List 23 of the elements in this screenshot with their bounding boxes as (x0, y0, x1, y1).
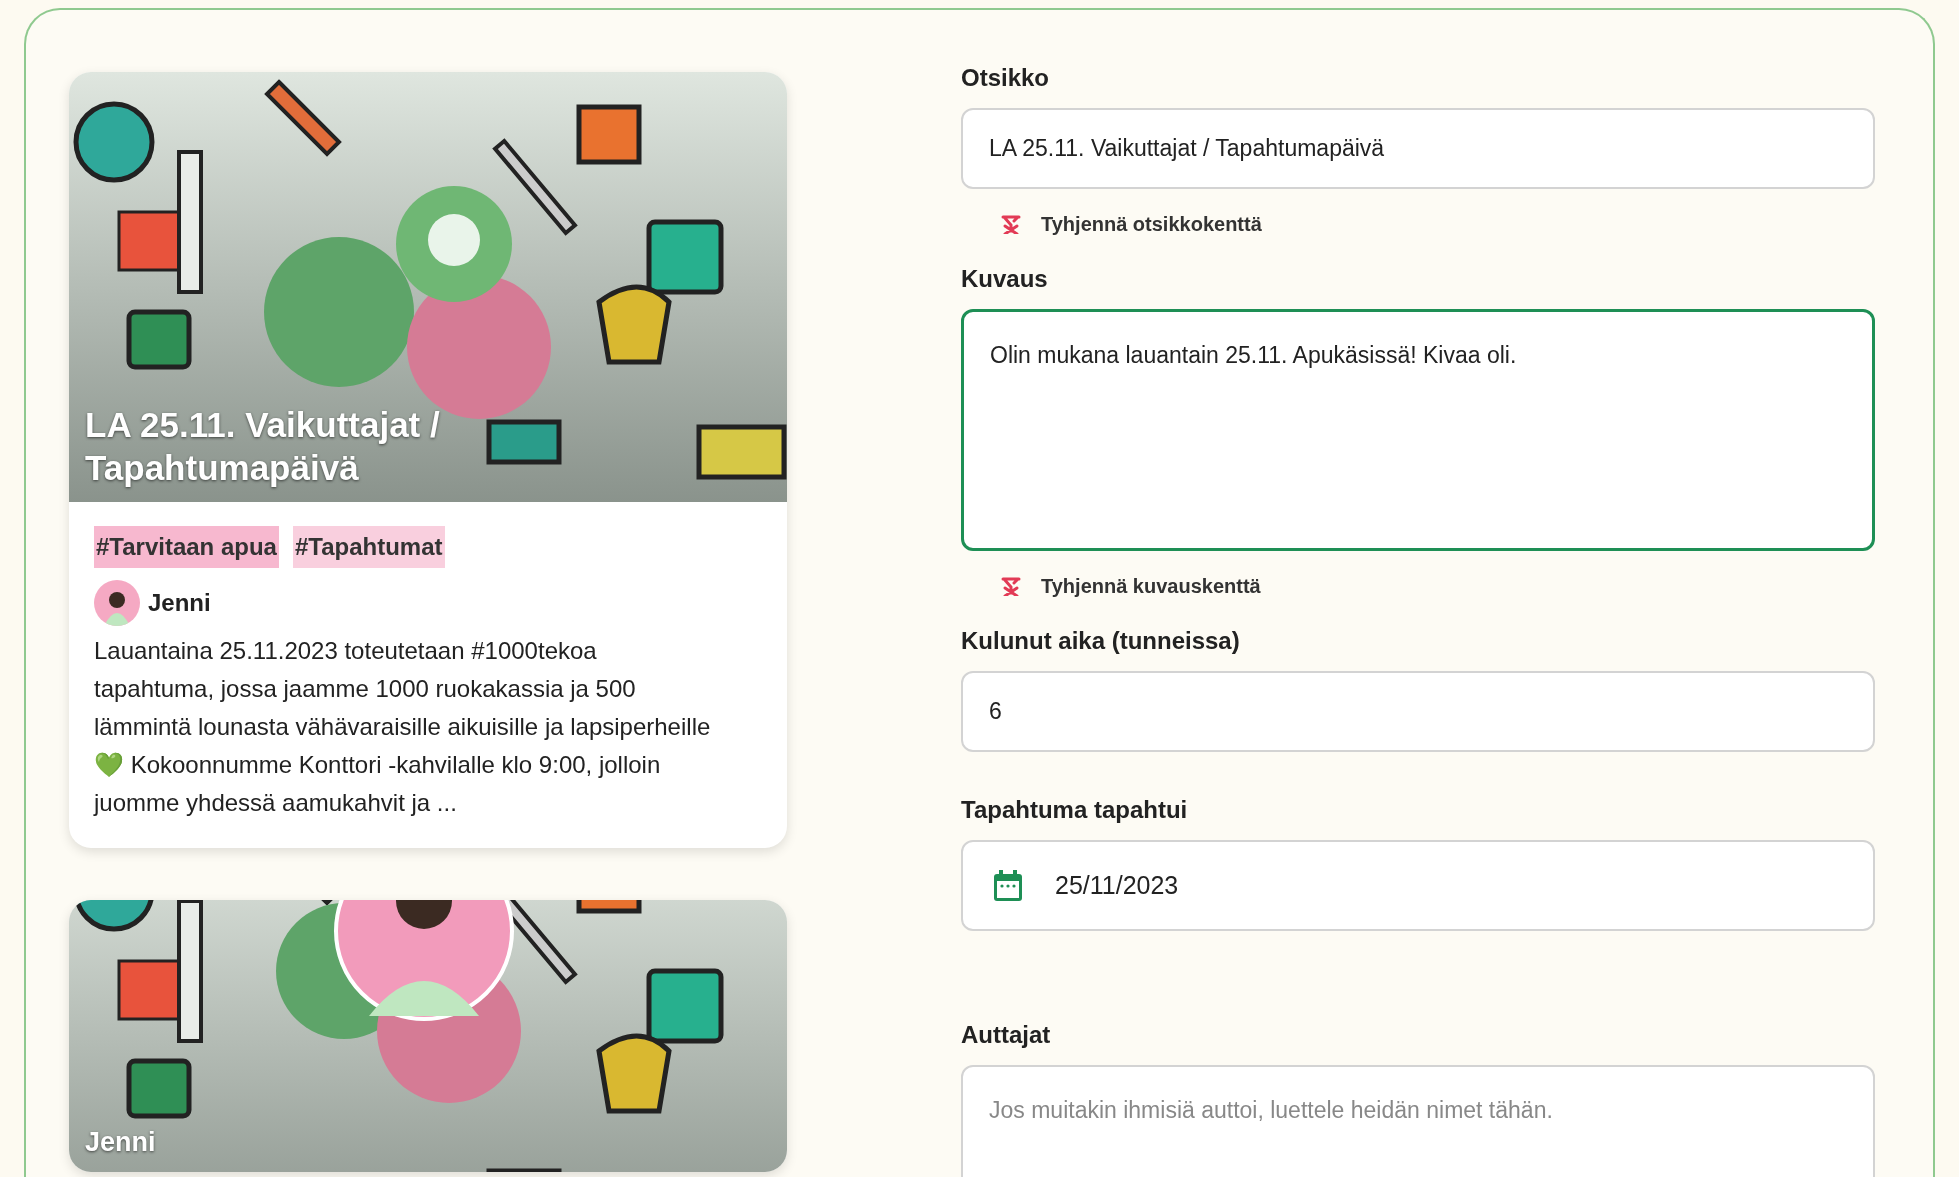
clear-filter-icon (1001, 214, 1021, 234)
card-title: Jenni (85, 1126, 157, 1160)
description-field[interactable]: Olin mukana lauantain 25.11. Apukäsissä! Kivaa oli. (961, 309, 1875, 551)
clear-field-button[interactable]: Tyhjennä otsikkokenttä (1001, 209, 1262, 239)
text-field[interactable]: 6 (961, 671, 1875, 752)
tag-chip[interactable]: #Tapahtumat (292, 526, 445, 568)
text-field[interactable]: LA 25.11. Vaikuttajat / Tapahtumapäivä (961, 108, 1875, 189)
clear-field-button[interactable]: Tyhjennä kuvauskenttä (1001, 571, 1261, 601)
author-name: Jenni (148, 588, 211, 618)
tag-chip[interactable]: #Tarvitaan apua (94, 526, 279, 568)
clear-filter-icon (1001, 576, 1021, 596)
post-card[interactable] (69, 72, 787, 848)
field-label: Otsikko (961, 63, 1051, 93)
helpers-field[interactable]: Jos muitakin ihmisiä auttoi, luettele heidän nimet tähän. (961, 1065, 1875, 1177)
calendar-icon (993, 869, 1023, 902)
post-excerpt: Lauantaina 25.11.2023 toteutetaan #1000tekoa tapahtuma, jossa jaamme 1000 ruokakassia ja 500 lämmintä lounasta vähävaraisille aikuisille ja lapsiperheille 💚 Kokoonnumme Konttori -kahvilalle klo 9:00, jolloin juomme yhdessä aamukahvit ja ... (94, 636, 712, 818)
field-label: Auttajat (961, 1020, 1052, 1050)
field-label: Kuvaus (961, 264, 1049, 294)
field-label: Kulunut aika (tunneissa) (961, 626, 1241, 656)
field-label: Tapahtuma tapahtui (961, 795, 1189, 825)
card-title: LA 25.11. Vaikuttajat / Tapahtumapäivä (85, 403, 441, 490)
date-field[interactable]: 25/11/2023 (961, 840, 1875, 931)
avatar (94, 580, 140, 626)
